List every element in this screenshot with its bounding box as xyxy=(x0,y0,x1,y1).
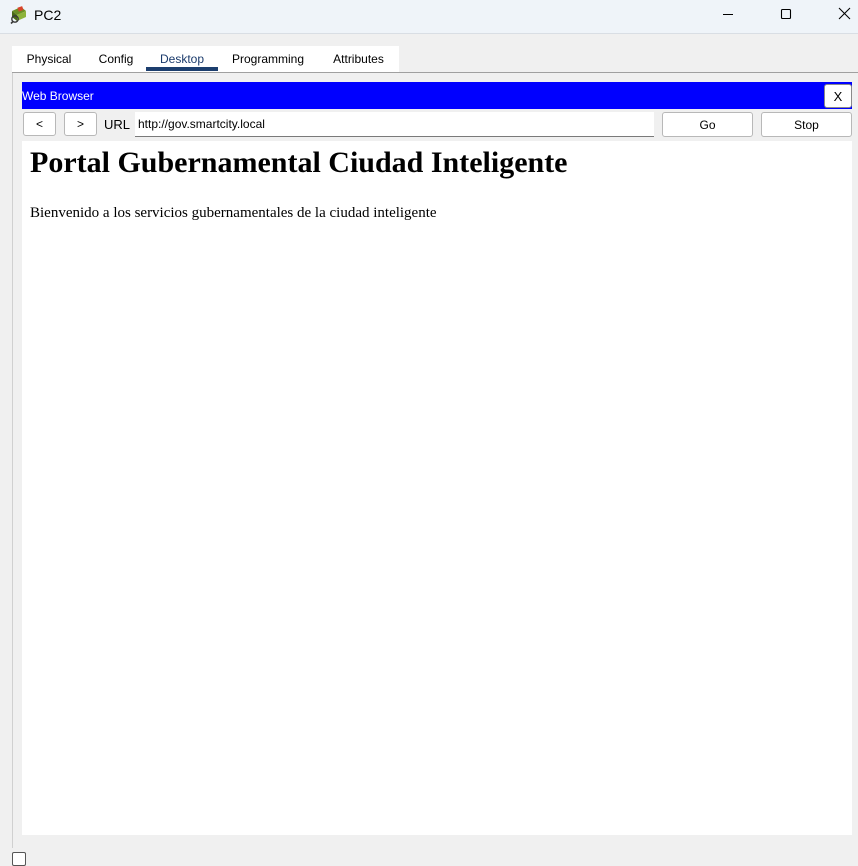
maximize-icon xyxy=(780,7,792,25)
back-button[interactable]: < xyxy=(23,112,56,136)
page-paragraph: Bienvenido a los servicios gubernamental… xyxy=(30,205,437,221)
minimize-icon xyxy=(722,7,734,25)
browser-titlebar xyxy=(22,82,852,109)
minimize-button[interactable] xyxy=(705,0,751,32)
go-button[interactable]: Go xyxy=(662,112,753,137)
tab-config[interactable]: Config xyxy=(86,46,146,72)
window-titlebar[interactable]: PC2 xyxy=(0,0,858,34)
bottom-checkbox[interactable] xyxy=(12,852,26,866)
browser-viewport xyxy=(22,141,852,835)
tab-attributes[interactable]: Attributes xyxy=(318,46,399,72)
page-heading: Portal Gubernamental Ciudad Inteligente xyxy=(30,146,568,179)
close-window-button[interactable] xyxy=(821,0,858,32)
tab-programming[interactable]: Programming xyxy=(218,46,318,72)
active-tab-indicator xyxy=(146,67,218,71)
stop-button[interactable]: Stop xyxy=(761,112,852,137)
pc-device-icon xyxy=(9,5,29,25)
url-label: URL xyxy=(104,117,131,132)
forward-button[interactable]: > xyxy=(64,112,97,136)
app-window: PC2 Physical Config Desktop Programming … xyxy=(0,0,858,866)
browser-title: Web Browser xyxy=(22,89,94,103)
url-input[interactable] xyxy=(135,112,654,137)
tab-physical[interactable]: Physical xyxy=(12,46,86,72)
close-icon xyxy=(838,7,851,25)
maximize-button[interactable] xyxy=(763,0,809,32)
browser-close-button[interactable]: X xyxy=(824,84,852,108)
window-title: PC2 xyxy=(34,7,62,23)
